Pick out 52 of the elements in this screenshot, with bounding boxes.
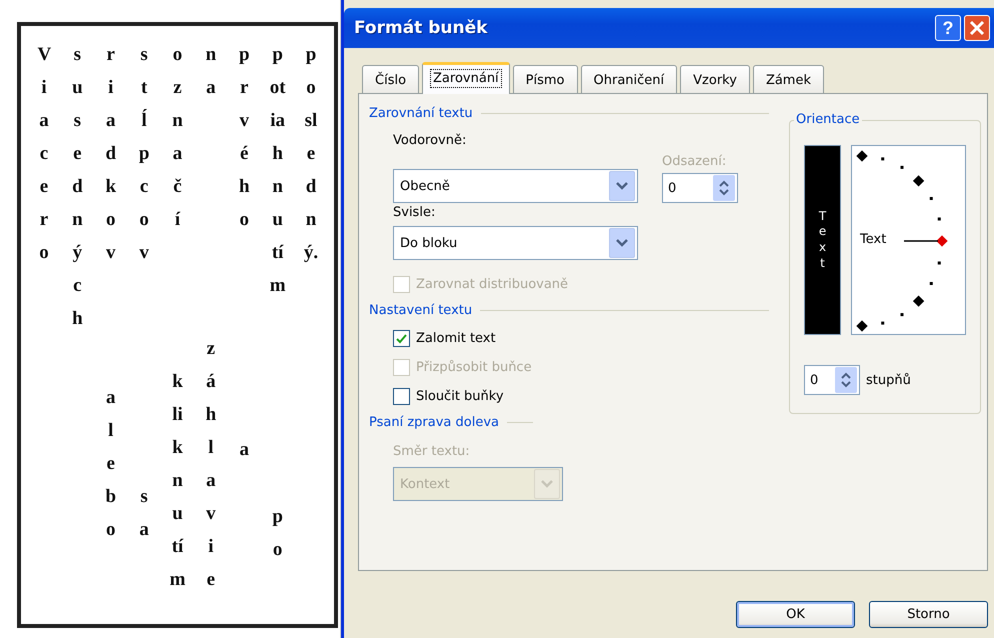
vertical-word: susedných (72, 43, 83, 331)
vertical-word: prvého (238, 43, 250, 232)
checkbox[interactable] (393, 330, 410, 347)
field-label: Odsazení: (662, 154, 728, 169)
vertical-word: na (206, 43, 216, 100)
section-title: Psaní zprava doleva (369, 415, 499, 430)
window-title: Formát buněk (354, 18, 488, 38)
chevron-down-icon (616, 182, 628, 190)
vertical-word: po (272, 505, 283, 562)
checkbox-option[interactable]: Zalomit text (369, 330, 769, 347)
dropdown[interactable]: Obecně (393, 169, 638, 203)
vertical-word: alebo (105, 386, 116, 542)
spin-field[interactable]: 0 (804, 365, 860, 395)
vertical-word: stĺpcov (138, 43, 150, 265)
tab[interactable]: Číslo (362, 65, 420, 94)
close-icon (969, 20, 985, 36)
help-button[interactable]: ? (935, 15, 961, 41)
section-title: Zarovnání textu (369, 106, 473, 121)
vertical-word: sa (139, 485, 149, 542)
vertical-word: potiahnutím (270, 43, 286, 298)
chevron-down-icon (541, 480, 553, 488)
tab[interactable]: Písmo (512, 65, 578, 94)
chevron-down-icon (616, 239, 628, 247)
tab[interactable]: Ohraničení (580, 65, 678, 94)
field-label: Směr textu: (393, 444, 471, 459)
vertical-word: označí (172, 43, 183, 232)
tab[interactable]: Zámek (752, 65, 824, 94)
spin-arrows-icon (718, 179, 730, 197)
checkbox[interactable] (393, 388, 410, 405)
vertical-word: kliknutím (170, 370, 186, 592)
checkbox-option[interactable]: Sloučit buňky (369, 388, 769, 405)
tab[interactable]: Zarovnání (422, 62, 510, 94)
dialog-button[interactable]: OK (736, 601, 855, 628)
dialog-button[interactable]: Storno (869, 601, 988, 628)
field-label: Svisle: (393, 205, 436, 220)
spreadsheet-cell[interactable]: Viacero susedných riadkov alebo stĺpcov sa označí kliknutím na záhlavie prvého a potiahnutím po posledný. (17, 22, 338, 628)
spin-field[interactable]: 0 (662, 173, 738, 203)
spin-arrows-icon (840, 371, 852, 389)
dial-label: Text (860, 232, 886, 247)
vertical-text-option[interactable]: Text (804, 145, 841, 335)
vertical-word: záhlavie (206, 337, 216, 592)
vertical-word: posledný. (304, 43, 318, 265)
vertical-word: a (240, 438, 249, 462)
section-title: Nastavení textu (369, 303, 472, 318)
dropdown[interactable]: Do bloku (393, 226, 638, 260)
field-label: stupňů (866, 372, 911, 388)
vertical-word: Viacero (37, 43, 51, 265)
checkmark-icon (396, 334, 407, 344)
close-button[interactable] (964, 15, 990, 41)
tab[interactable]: Vzorky (680, 65, 750, 94)
vertical-word: riadkov (105, 43, 116, 265)
field-label: Vodorovně: (393, 133, 468, 148)
